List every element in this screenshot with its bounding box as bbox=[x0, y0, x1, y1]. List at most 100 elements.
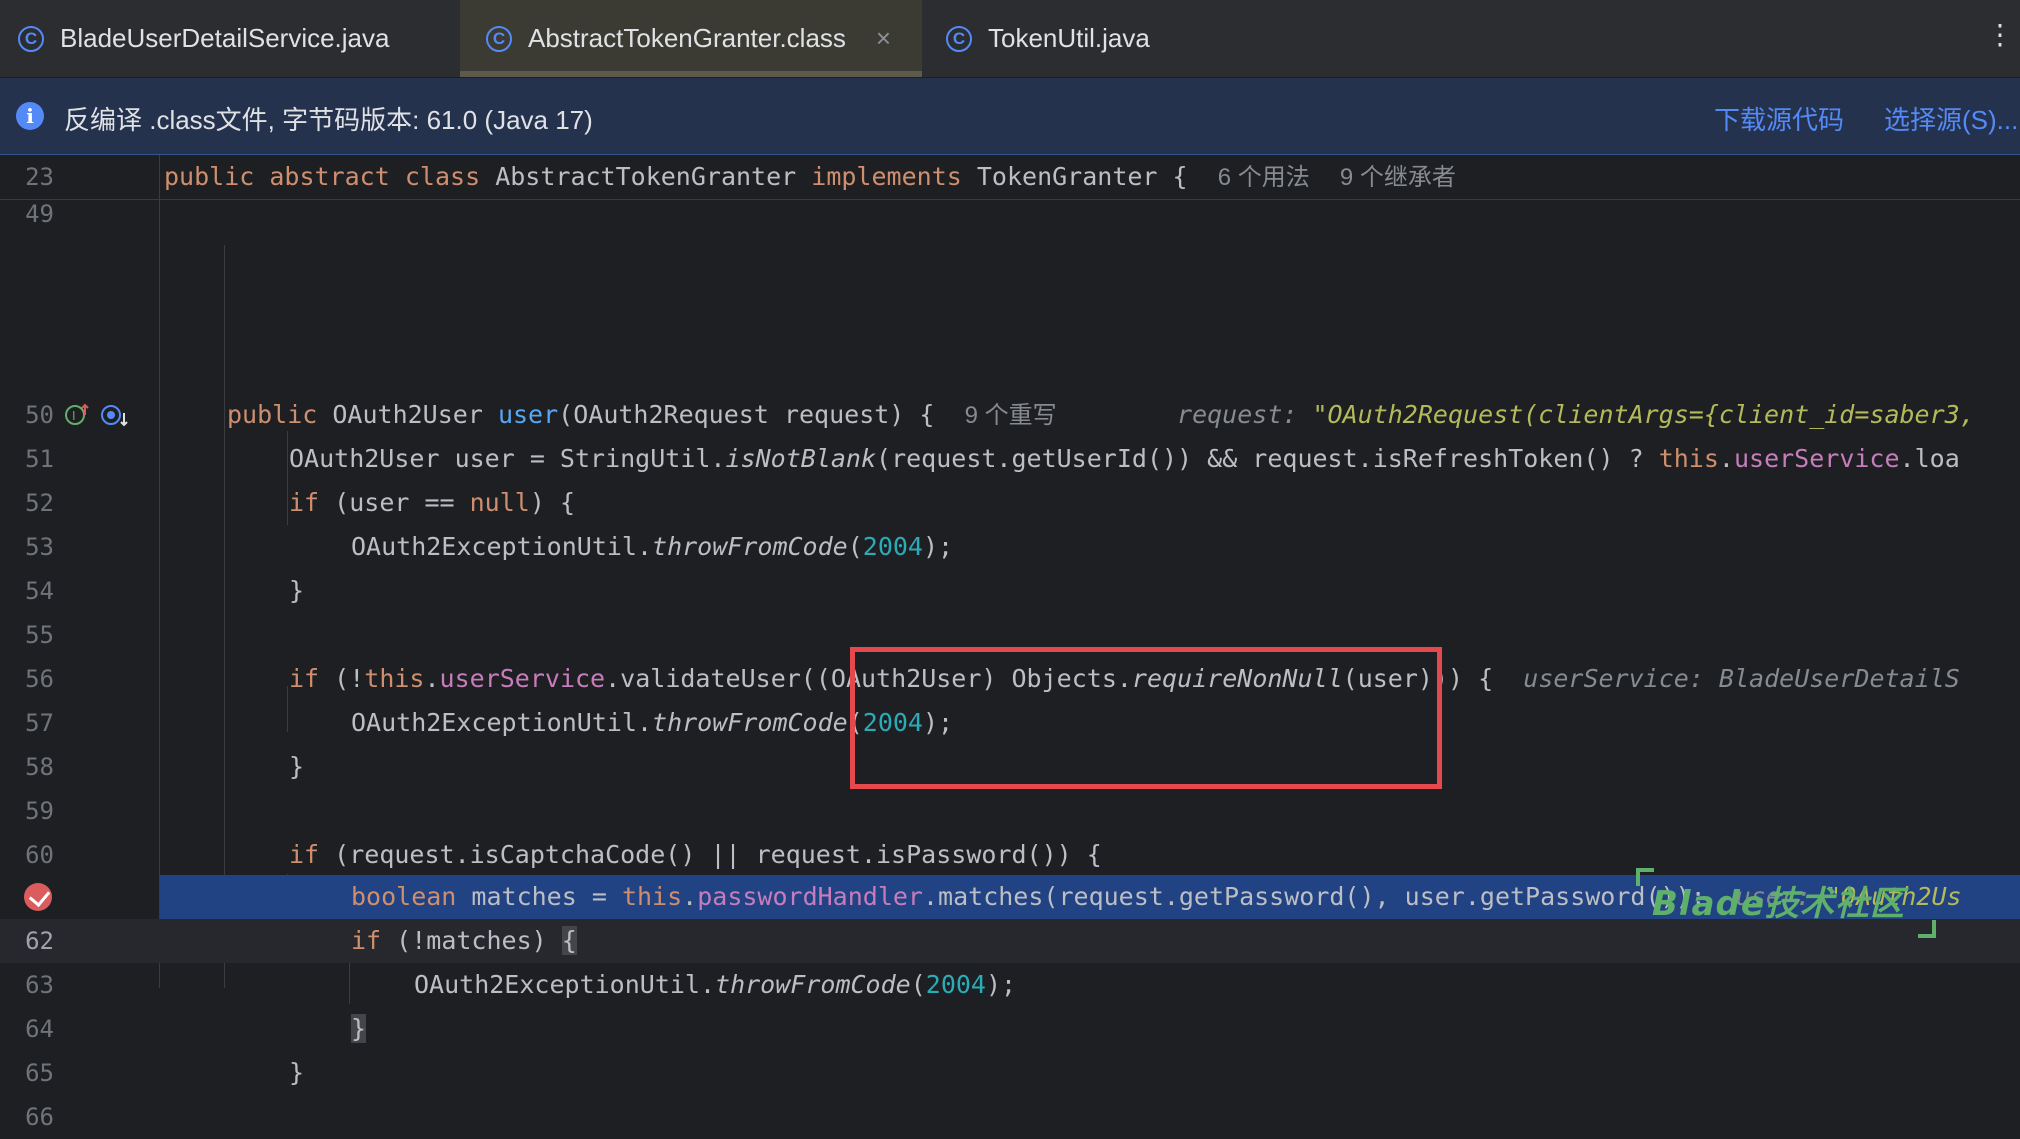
code-token: . bbox=[682, 882, 698, 911]
line-number: 53 bbox=[25, 533, 54, 561]
svg-text:I: I bbox=[72, 409, 76, 423]
inline-debug-label: request: bbox=[1177, 400, 1298, 429]
bracket-corner-icon bbox=[1918, 920, 1936, 938]
number: 2004 bbox=[862, 532, 923, 561]
code-token: ( bbox=[910, 970, 926, 999]
keyword: this bbox=[621, 882, 683, 911]
banner-text: 反编译 .class文件, 字节码版本: 61.0 (Java 17) bbox=[64, 105, 593, 135]
code-token: ( bbox=[847, 532, 863, 561]
code-text: } bbox=[289, 576, 305, 605]
code-line-63[interactable]: 63 OAuth2ExceptionUtil.throwFromCode(200… bbox=[0, 963, 2020, 1007]
tab-blade-user-detail-service[interactable]: C BladeUserDetailService.java bbox=[0, 0, 458, 77]
code-line-53[interactable]: 53 OAuth2ExceptionUtil.throwFromCode(200… bbox=[0, 525, 2020, 569]
code-line-49[interactable]: 49 bbox=[0, 201, 2020, 227]
line-number: 54 bbox=[25, 577, 54, 605]
class-icon: C bbox=[946, 25, 972, 52]
matched-brace: { bbox=[561, 926, 577, 955]
tab-label: BladeUserDetailService.java bbox=[60, 23, 390, 53]
inheritors-hint[interactable]: 9 个继承者 bbox=[1340, 164, 1456, 191]
keyword: class bbox=[404, 162, 481, 191]
keyword: if bbox=[289, 840, 320, 869]
code-line-52[interactable]: 52 if (user == null) { bbox=[0, 481, 2020, 525]
static-method: throwFromCode bbox=[652, 708, 848, 737]
code-token: ) { bbox=[529, 488, 575, 517]
watermark-logo: Blade技术社区 bbox=[1636, 868, 1936, 938]
keyword: if bbox=[289, 664, 320, 693]
line-number: 59 bbox=[25, 797, 54, 825]
code-token: ); bbox=[922, 532, 954, 561]
code-token: (user == bbox=[319, 488, 470, 517]
code-token: (! bbox=[319, 664, 365, 693]
keyword: implements bbox=[811, 162, 962, 191]
breakpoint-icon[interactable] bbox=[24, 883, 52, 911]
code-text: OAuth2ExceptionUtil.throwFromCode(2004); bbox=[351, 525, 953, 569]
line-number: 50 bbox=[25, 401, 54, 429]
code-text: } bbox=[289, 1058, 305, 1087]
code-token: . bbox=[1718, 444, 1734, 473]
matched-brace: } bbox=[351, 1014, 367, 1043]
params: (OAuth2Request request) { bbox=[558, 400, 935, 429]
code-text: if (request.isCaptchaCode() || request.i… bbox=[289, 833, 1102, 877]
line-number: 51 bbox=[25, 445, 54, 473]
keyword: this bbox=[1658, 444, 1719, 473]
class-ref: OAuth2ExceptionUtil. bbox=[351, 532, 653, 561]
static-method: throwFromCode bbox=[715, 970, 911, 999]
keyword: public bbox=[164, 162, 255, 191]
code-line-59[interactable]: 59 bbox=[0, 789, 2020, 833]
keyword: boolean bbox=[351, 882, 457, 911]
static-method: throwFromCode bbox=[652, 532, 848, 561]
code-line-65[interactable]: 65 } bbox=[0, 1051, 2020, 1095]
code-token: OAuth2User user = StringUtil. bbox=[289, 444, 726, 473]
overridden-method-icon[interactable] bbox=[100, 403, 130, 429]
line-number: 58 bbox=[25, 753, 54, 781]
keyword: public bbox=[227, 400, 318, 429]
inline-debug-value: userService: BladeUserDetailS bbox=[1523, 664, 1960, 693]
keyword: null bbox=[469, 488, 530, 517]
code-text: } bbox=[289, 752, 305, 781]
code-token: (!matches) bbox=[381, 926, 562, 955]
tab-label: AbstractTokenGranter.class bbox=[528, 23, 846, 53]
field: userService bbox=[439, 664, 606, 693]
code-token: .matches(request.getPassword(), user.get… bbox=[923, 882, 1706, 911]
code-editor[interactable]: 23 public abstract class AbstractTokenGr… bbox=[0, 155, 2020, 1131]
class-ref: OAuth2ExceptionUtil. bbox=[351, 708, 653, 737]
overrides-hint[interactable]: 9 个重写 bbox=[965, 402, 1057, 429]
code-line-54[interactable]: 54 } bbox=[0, 569, 2020, 613]
download-source-link[interactable]: 下载源代码 bbox=[1714, 100, 1844, 137]
code-line-50[interactable]: 50 I public OAuth2User user(OAuth2Reques… bbox=[0, 393, 2020, 437]
line-number: 65 bbox=[25, 1059, 54, 1087]
tab-abstract-token-granter[interactable]: C AbstractTokenGranter.class × bbox=[460, 0, 922, 77]
code-line-66[interactable]: 66 bbox=[0, 1095, 2020, 1139]
choose-source-link[interactable]: 选择源(S)... bbox=[1884, 100, 2018, 137]
code-token: (request.isCaptchaCode() || request.isPa… bbox=[319, 840, 1102, 869]
keyword: this bbox=[364, 664, 425, 693]
usages-hint[interactable]: 6 个用法 bbox=[1218, 164, 1310, 191]
field: passwordHandler bbox=[697, 882, 923, 911]
line-number: 49 bbox=[25, 201, 54, 227]
code-token: . bbox=[424, 664, 440, 693]
line-number: 56 bbox=[25, 665, 54, 693]
watermark-text: Blade技术社区 bbox=[1652, 884, 1905, 924]
sticky-separator bbox=[0, 199, 2020, 200]
close-icon[interactable]: × bbox=[876, 23, 891, 54]
class-icon: C bbox=[18, 25, 44, 52]
line-number: 60 bbox=[25, 841, 54, 869]
line-number: 23 bbox=[25, 163, 54, 191]
code-token: (request.getUserId()) && request.isRefre… bbox=[876, 444, 1659, 473]
line-number: 62 bbox=[25, 927, 54, 955]
method-name: user bbox=[497, 400, 559, 429]
line-number: 66 bbox=[25, 1103, 54, 1131]
code-line-64[interactable]: 64 } bbox=[0, 1007, 2020, 1051]
code-line-51[interactable]: 51 OAuth2User user = StringUtil.isNotBla… bbox=[0, 437, 2020, 481]
inline-debug-value: "OAuth2Request(clientArgs={client_id=sab… bbox=[1312, 400, 1975, 429]
tab-token-util[interactable]: C TokenUtil.java bbox=[922, 0, 1222, 77]
code-text: OAuth2User user = StringUtil.isNotBlank(… bbox=[289, 437, 1960, 481]
line-number: 55 bbox=[25, 621, 54, 649]
keyword: abstract bbox=[269, 162, 390, 191]
implements-method-icon[interactable]: I bbox=[64, 403, 90, 427]
decompiled-notice-banner: i 反编译 .class文件, 字节码版本: 61.0 (Java 17) 下载… bbox=[0, 78, 2020, 155]
sticky-line[interactable]: 23 public abstract class AbstractTokenGr… bbox=[0, 155, 2020, 199]
code-text: public OAuth2User user(OAuth2Request req… bbox=[227, 393, 1975, 438]
more-options-icon[interactable]: ⋮ bbox=[1986, 18, 2014, 51]
editor-tab-bar: C BladeUserDetailService.java C Abstract… bbox=[0, 0, 2020, 78]
